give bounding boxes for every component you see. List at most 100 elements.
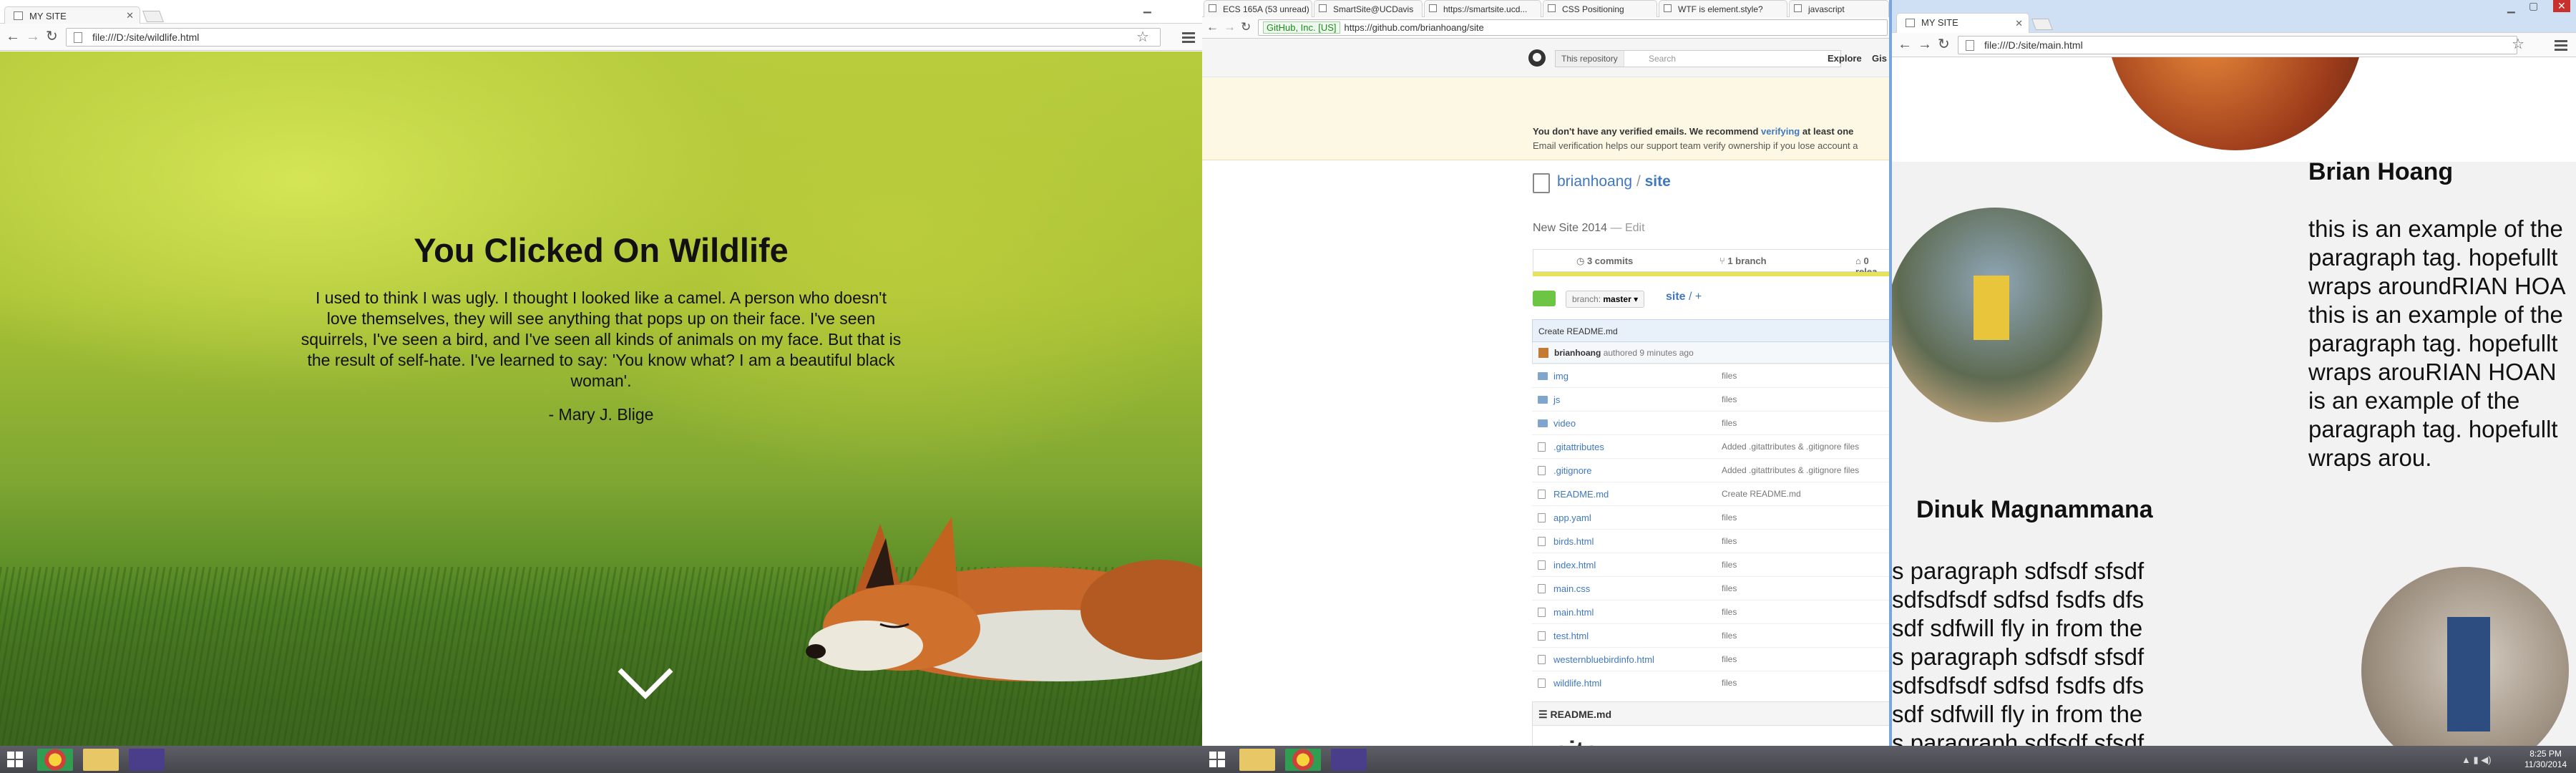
bookmark-star-icon[interactable]: ☆ (1136, 28, 1149, 46)
file-commit-message[interactable]: Added .gitattributes & .gitignore files (1722, 442, 1859, 452)
file-name[interactable]: app.yaml (1553, 512, 1591, 523)
chrome-taskbar-icon[interactable] (1285, 749, 1321, 771)
minimize-icon[interactable]: ▁ (1143, 1, 1151, 14)
address-bar[interactable]: file:///D:/site/main.html (1958, 36, 2517, 54)
address-bar[interactable]: file:///D:/site/wildlife.html (66, 28, 1161, 47)
new-tab-button[interactable] (2031, 19, 2053, 30)
file-row[interactable]: main.html files (1532, 600, 1889, 623)
nav-explore[interactable]: Explore (1828, 53, 1862, 64)
file-row[interactable]: .gitignore Added .gitattributes & .gitign… (1532, 458, 1889, 482)
add-file-link[interactable]: / + (1689, 291, 1702, 303)
file-commit-message[interactable]: files (1722, 512, 1737, 522)
bookmark-star-icon[interactable]: ☆ (2512, 35, 2524, 53)
repo-owner-link[interactable]: brianhoang (1557, 173, 1632, 190)
file-name[interactable]: test.html (1553, 631, 1589, 641)
repo-search-box[interactable]: This repository Search (1555, 50, 1841, 67)
file-name[interactable]: westernbluebirdinfo.html (1553, 654, 1654, 665)
file-name[interactable]: js (1553, 394, 1560, 405)
commit-author[interactable]: brianhoang (1554, 348, 1601, 358)
file-commit-message[interactable]: Create README.md (1722, 489, 1801, 499)
file-name[interactable]: wildlife.html (1553, 678, 1601, 689)
address-bar[interactable]: GitHub, Inc. [US] https://github.com/bria… (1258, 19, 1888, 36)
file-row[interactable]: img files (1532, 364, 1889, 387)
start-button-icon[interactable] (1209, 752, 1225, 767)
file-commit-message[interactable]: files (1722, 678, 1737, 688)
maximize-icon[interactable]: ▢ (2529, 0, 2538, 12)
file-commit-message[interactable]: files (1722, 418, 1737, 428)
file-name[interactable]: img (1553, 371, 1568, 381)
file-commit-message[interactable]: files (1722, 631, 1737, 641)
tab-my-site[interactable]: MY SITE ✕ (1896, 13, 2029, 33)
file-name[interactable]: .gitignore (1553, 465, 1591, 476)
chrome-taskbar-icon[interactable] (37, 749, 73, 771)
file-commit-message[interactable]: files (1722, 560, 1737, 570)
back-icon[interactable]: ← (6, 29, 20, 44)
system-tray-icons[interactable]: ▲ ▮ ◀) (2462, 754, 2492, 766)
close-tab-icon[interactable]: ✕ (2015, 18, 2023, 29)
repo-name-link[interactable]: site (1645, 173, 1671, 190)
new-tab-button[interactable] (142, 11, 164, 22)
app-taskbar-icon[interactable] (129, 749, 165, 771)
forward-icon[interactable]: → (26, 29, 40, 44)
github-logo-icon[interactable] (1528, 49, 1546, 67)
tab-ecs165a[interactable]: ECS 165A (53 unread) (1204, 0, 1312, 17)
explorer-taskbar-icon[interactable] (1239, 749, 1275, 771)
file-row[interactable]: README.md Create README.md (1532, 482, 1889, 505)
file-name[interactable]: main.html (1553, 607, 1594, 618)
tab-smartsite[interactable]: SmartSite@UCDavis (1314, 0, 1423, 17)
app-taskbar-icon[interactable] (1331, 749, 1367, 771)
file-row[interactable]: .gitattributes Added .gitattributes & .gi… (1532, 434, 1889, 458)
file-row[interactable]: js files (1532, 387, 1889, 411)
file-commit-message[interactable]: Added .gitattributes & .gitignore files (1722, 465, 1859, 475)
tab-css-positioning[interactable]: CSS Positioning (1543, 0, 1657, 17)
nav-gist[interactable]: Gis (1872, 53, 1887, 64)
file-row[interactable]: index.html files (1532, 553, 1889, 576)
minimize-icon[interactable]: ▁ (2507, 1, 2515, 14)
file-row[interactable]: test.html files (1532, 623, 1889, 647)
compare-button[interactable] (1533, 291, 1556, 306)
reload-icon[interactable]: ↻ (1241, 19, 1251, 35)
edit-description-link[interactable]: — Edit (1611, 222, 1645, 234)
close-window-icon[interactable]: ✕ (2553, 0, 2570, 12)
branches-count[interactable]: ⑂ 1 branch (1719, 256, 1767, 266)
file-row[interactable]: wildlife.html files (1532, 671, 1889, 694)
file-name[interactable]: birds.html (1553, 536, 1594, 547)
branch-selector[interactable]: branch: master ▾ (1566, 291, 1645, 308)
file-row[interactable]: birds.html files (1532, 529, 1889, 553)
file-row[interactable]: app.yaml files (1532, 505, 1889, 529)
verify-link[interactable]: verifying (1761, 126, 1800, 137)
tab-smartsite-url[interactable]: https://smartsite.ucd... (1424, 0, 1541, 17)
explorer-taskbar-icon[interactable] (83, 749, 119, 771)
file-name[interactable]: .gitattributes (1553, 442, 1604, 452)
file-name[interactable]: index.html (1553, 560, 1596, 570)
clock[interactable]: 8:25 PM 11/30/2014 (2524, 749, 2567, 770)
file-name[interactable]: README.md (1553, 489, 1609, 500)
commits-count[interactable]: ◷ 3 commits (1576, 256, 1633, 267)
back-icon[interactable]: ← (1898, 37, 1912, 52)
file-commit-message[interactable]: files (1722, 394, 1737, 404)
path-repo-link[interactable]: site (1666, 291, 1686, 303)
file-name[interactable]: main.css (1553, 583, 1590, 594)
file-row[interactable]: video files (1532, 411, 1889, 434)
latest-commit-title[interactable]: Create README.md (1532, 319, 1889, 342)
file-commit-message[interactable]: files (1722, 371, 1737, 381)
file-commit-message[interactable]: files (1722, 536, 1737, 546)
tab-javascript[interactable]: javascript (1789, 0, 1889, 17)
reload-icon[interactable]: ↻ (46, 29, 58, 44)
reload-icon[interactable]: ↻ (1938, 37, 1950, 52)
menu-icon[interactable] (2555, 40, 2567, 52)
file-row[interactable]: main.css files (1532, 576, 1889, 600)
start-button-icon[interactable] (7, 752, 23, 767)
file-row[interactable]: westernbluebirdinfo.html files (1532, 647, 1889, 671)
menu-icon[interactable] (1182, 32, 1195, 44)
forward-icon[interactable]: → (1918, 37, 1932, 52)
file-commit-message[interactable]: files (1722, 607, 1737, 617)
file-name[interactable]: video (1553, 418, 1576, 429)
close-tab-icon[interactable]: ✕ (126, 10, 134, 21)
file-commit-message[interactable]: files (1722, 654, 1737, 664)
file-commit-message[interactable]: files (1722, 583, 1737, 593)
tab-my-site[interactable]: MY SITE ✕ (4, 6, 140, 24)
forward-icon[interactable]: → (1224, 19, 1236, 35)
tab-element-style[interactable]: WTF is element.style? (1659, 0, 1787, 17)
chevron-down-icon[interactable] (617, 666, 674, 701)
